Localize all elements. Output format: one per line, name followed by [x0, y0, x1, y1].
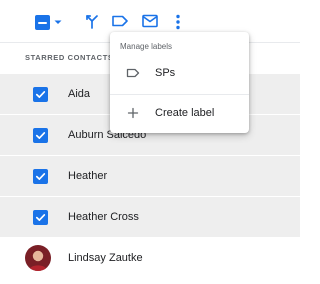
- contacts-app: STARRED CONTACTS Aida Auburn Salcedo Hea…: [0, 0, 300, 284]
- check-icon: [35, 172, 46, 180]
- section-header: STARRED CONTACTS: [25, 53, 114, 62]
- merge-icon[interactable]: [83, 12, 101, 30]
- manage-labels-menu: Manage labels SPs Create label: [110, 32, 249, 133]
- row-checkbox[interactable]: [33, 127, 48, 143]
- contact-name: Aida: [68, 88, 91, 100]
- email-icon[interactable]: [140, 12, 160, 30]
- check-icon: [35, 90, 46, 98]
- contact-name: Lindsay Zautke: [68, 252, 143, 264]
- contact-name: Heather: [68, 170, 108, 182]
- contact-name: Heather Cross: [68, 211, 139, 223]
- create-label-label: Create label: [155, 107, 215, 119]
- row-checkbox[interactable]: [33, 209, 48, 225]
- check-icon: [35, 213, 46, 221]
- create-label-button[interactable]: Create label: [110, 100, 249, 126]
- more-vert-icon[interactable]: [170, 12, 186, 32]
- select-all-checkbox[interactable]: [35, 15, 50, 30]
- caret-down-icon[interactable]: [53, 17, 63, 27]
- row-checkbox[interactable]: [33, 86, 48, 102]
- contact-row[interactable]: Heather: [0, 156, 300, 196]
- label-menu-item-label: SPs: [155, 67, 176, 79]
- contact-row[interactable]: Heather Cross: [0, 197, 300, 237]
- check-icon: [35, 131, 46, 139]
- label-outline-icon: [126, 66, 140, 80]
- row-checkbox[interactable]: [33, 168, 48, 184]
- label-icon[interactable]: [110, 12, 130, 30]
- plus-icon: [126, 106, 140, 120]
- menu-divider: [110, 94, 249, 95]
- menu-title: Manage labels: [120, 42, 173, 51]
- label-menu-item-sps[interactable]: SPs: [110, 60, 249, 86]
- contact-row[interactable]: Lindsay Zautke: [0, 238, 300, 278]
- avatar[interactable]: [25, 245, 51, 271]
